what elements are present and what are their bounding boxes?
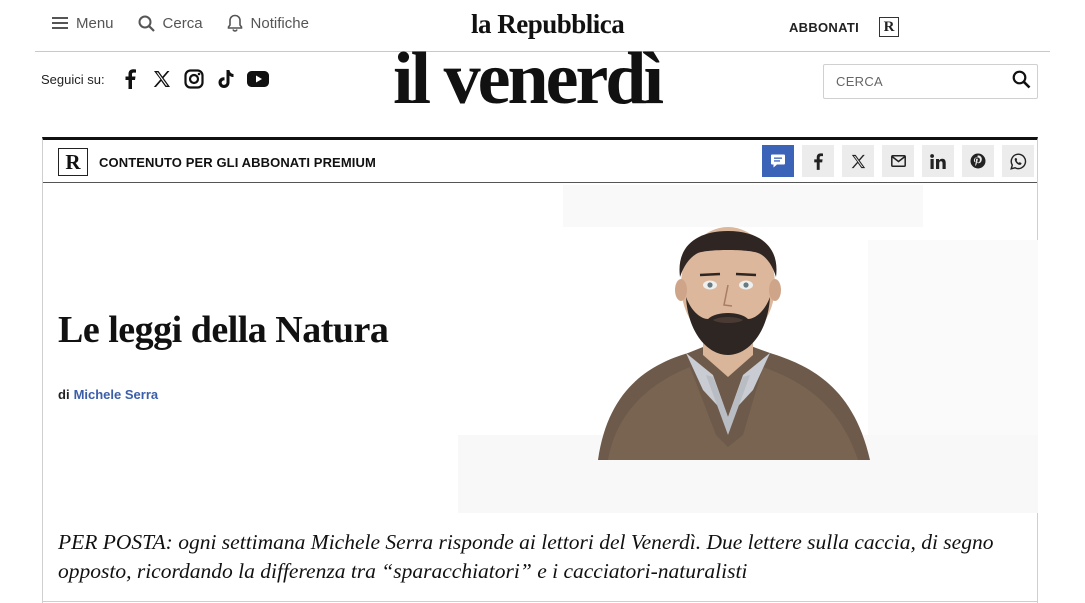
- article-summary: PER POSTA: ogni settimana Michele Serra …: [58, 530, 994, 583]
- menu-label: Menu: [76, 14, 114, 32]
- subscribe-link[interactable]: ABBONATI: [789, 20, 859, 35]
- premium-label-group: R CONTENUTO PER GLI ABBONATI PREMIUM: [58, 148, 376, 176]
- repubblica-logo[interactable]: la Repubblica: [471, 9, 625, 40]
- notifications-button[interactable]: Notifiche: [227, 14, 309, 32]
- hamburger-icon: [52, 16, 68, 30]
- menu-button[interactable]: Menu: [52, 15, 114, 32]
- search-input[interactable]: [836, 74, 1012, 89]
- x-icon[interactable]: [151, 68, 173, 90]
- bell-icon: [227, 14, 243, 32]
- share-x-icon[interactable]: [842, 145, 874, 177]
- follow-label: Seguici su:: [41, 71, 105, 87]
- share-linkedin-icon[interactable]: [922, 145, 954, 177]
- r-account-icon[interactable]: R: [879, 17, 899, 37]
- share-bar: [762, 145, 1034, 177]
- share-whatsapp-icon[interactable]: [1002, 145, 1034, 177]
- venerdi-logo[interactable]: il venerdì: [393, 42, 664, 116]
- divider: [43, 601, 1037, 602]
- top-nav: Menu Cerca Notifiche: [52, 14, 309, 32]
- top-right: ABBONATI R: [789, 17, 899, 37]
- facebook-icon[interactable]: [119, 68, 141, 90]
- article-headline: Le leggi della Natura: [58, 309, 389, 351]
- author-illustration: [458, 185, 1038, 513]
- notifications-label: Notifiche: [250, 14, 309, 32]
- byline: di Michele Serra: [58, 387, 158, 402]
- search-submit-icon[interactable]: [1012, 70, 1031, 94]
- author-link[interactable]: Michele Serra: [74, 387, 159, 402]
- share-email-icon[interactable]: [882, 145, 914, 177]
- share-pinterest-icon[interactable]: [962, 145, 994, 177]
- article: R CONTENUTO PER GLI ABBONATI PREMIUM Le …: [42, 137, 1038, 603]
- search-button[interactable]: Cerca: [138, 15, 203, 32]
- social-follow: Seguici su:: [41, 68, 269, 90]
- search-icon: [138, 15, 155, 32]
- instagram-icon[interactable]: [183, 68, 205, 90]
- search-box: [823, 64, 1038, 99]
- premium-bar: R CONTENUTO PER GLI ABBONATI PREMIUM: [43, 140, 1037, 183]
- search-label: Cerca: [162, 14, 203, 32]
- youtube-icon[interactable]: [246, 68, 269, 90]
- r-premium-icon: R: [58, 148, 88, 176]
- byline-prefix: di: [58, 387, 70, 402]
- comment-icon[interactable]: [762, 145, 794, 177]
- tiktok-icon[interactable]: [215, 68, 237, 90]
- premium-label: CONTENUTO PER GLI ABBONATI PREMIUM: [99, 154, 376, 170]
- share-facebook-icon[interactable]: [802, 145, 834, 177]
